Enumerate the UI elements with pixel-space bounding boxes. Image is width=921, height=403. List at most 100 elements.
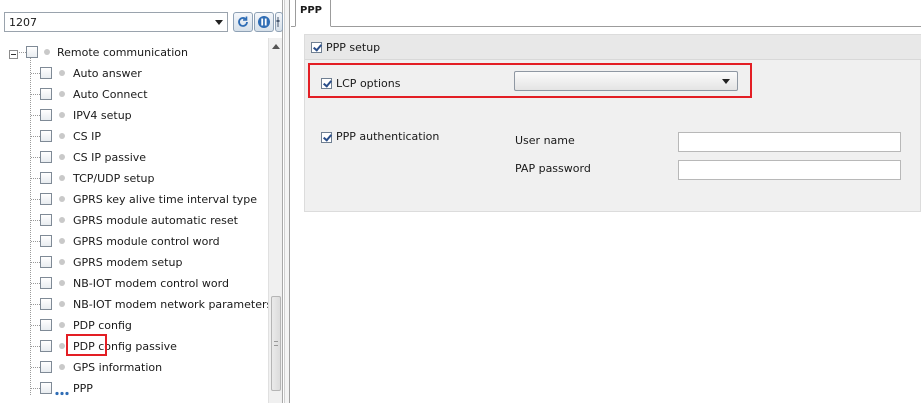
pap-password-input[interactable] — [678, 160, 901, 180]
tree-checkbox[interactable] — [40, 193, 52, 205]
device-select-value: 1207 — [9, 16, 37, 29]
refresh-button[interactable] — [233, 12, 253, 32]
collapse-icon[interactable] — [9, 50, 18, 59]
tree-item-pdp-config-passive[interactable]: PDP config passive — [0, 336, 268, 356]
tree-checkbox[interactable] — [40, 214, 52, 226]
navigation-panel: 1207 Remote communication Auto answer Au… — [0, 0, 283, 403]
panel-splitter[interactable] — [284, 0, 290, 403]
refresh-icon — [238, 16, 248, 27]
settings-tree: Remote communication Auto answer Auto Co… — [0, 38, 268, 403]
ppp-authentication-label: PPP authentication — [336, 130, 440, 143]
tree-item-nb-iot-network-params[interactable]: NB-IOT modem network parameters — [0, 294, 268, 314]
tree-item-label: CS IP — [73, 130, 102, 143]
tree-connector — [31, 325, 40, 326]
info-button[interactable] — [254, 12, 274, 32]
tree-item-label: GPRS key alive time interval type — [73, 193, 258, 206]
tree-checkbox[interactable] — [40, 151, 52, 163]
bullet-icon — [59, 91, 65, 97]
tab-bar: PPP — [291, 0, 921, 27]
tree-checkbox[interactable] — [40, 109, 52, 121]
tree-item-label: GPRS module automatic reset — [73, 214, 238, 227]
ppp-authentication-checkbox[interactable] — [321, 132, 332, 143]
tree-item-label: NB-IOT modem control word — [73, 277, 229, 290]
tree-connector — [31, 94, 40, 95]
settings-button[interactable] — [275, 12, 283, 32]
bullet-icon — [59, 196, 65, 202]
tree-item-gps-information[interactable]: GPS information — [0, 357, 268, 377]
tree-checkbox[interactable] — [40, 88, 52, 100]
tree-root-remote-communication[interactable]: Remote communication — [0, 42, 268, 62]
tree-item-label: NB-IOT modem network parameters — [73, 298, 268, 311]
tree-item-ipv4-setup[interactable]: IPV4 setup — [0, 105, 268, 125]
tree-checkbox[interactable] — [40, 361, 52, 373]
tree-connector — [31, 220, 40, 221]
tree-item-label: PPP — [73, 382, 93, 395]
tree-item-auto-answer[interactable]: Auto answer — [0, 63, 268, 83]
bullet-icon — [59, 154, 65, 160]
ppp-selection-highlight — [66, 334, 107, 356]
tree-connector — [31, 304, 40, 305]
info-icon — [258, 16, 270, 28]
bullet-icon — [59, 322, 65, 328]
tree-connector — [31, 73, 40, 74]
user-name-input[interactable] — [678, 132, 901, 152]
bullet-icon — [59, 175, 65, 181]
tree-connector — [31, 199, 40, 200]
bullet-icon — [59, 301, 65, 307]
bullet-icon — [59, 217, 65, 223]
tree-item-label: GPS information — [73, 361, 163, 374]
tree-checkbox[interactable] — [26, 46, 38, 58]
tree-connector — [31, 136, 40, 137]
tree-item-gprs-module-control-word[interactable]: GPRS module control word — [0, 231, 268, 251]
tree-connector — [31, 388, 40, 389]
tree-item-auto-connect[interactable]: Auto Connect — [0, 84, 268, 104]
scrollbar-thumb[interactable] — [271, 296, 281, 391]
tree-connector — [31, 241, 40, 242]
tree-checkbox[interactable] — [40, 130, 52, 142]
tree-checkbox[interactable] — [40, 67, 52, 79]
ppp-setup-checkbox[interactable] — [311, 42, 322, 53]
bullet-icon — [59, 280, 65, 286]
tree-item-label: Remote communication — [57, 46, 189, 59]
tab-ppp[interactable]: PPP — [295, 0, 331, 27]
scroll-up-icon[interactable] — [272, 44, 280, 49]
tree-checkbox[interactable] — [40, 382, 52, 394]
bullet-icon — [59, 133, 65, 139]
tree-connector — [31, 346, 40, 347]
tree-scrollbar[interactable] — [268, 38, 282, 403]
tree-checkbox[interactable] — [40, 256, 52, 268]
tree-item-gprs-modem-setup[interactable]: GPRS modem setup — [0, 252, 268, 272]
tree-item-cs-ip[interactable]: CS IP — [0, 126, 268, 146]
tree-checkbox[interactable] — [40, 298, 52, 310]
settings-sliders-icon — [276, 17, 280, 27]
tree-checkbox[interactable] — [40, 340, 52, 352]
pap-password-label: PAP password — [515, 162, 591, 175]
tree-connector — [31, 367, 40, 368]
tree-connector — [31, 262, 40, 263]
tree-checkbox[interactable] — [40, 277, 52, 289]
user-name-label: User name — [515, 134, 575, 147]
tree-connector — [31, 157, 40, 158]
bullet-icon — [59, 343, 65, 349]
tree-checkbox[interactable] — [40, 319, 52, 331]
bullet-icon — [59, 70, 65, 76]
tree-item-pdp-config[interactable]: PDP config — [0, 315, 268, 335]
ppp-setup-panel: PPP setup LCP options PPP authentication… — [304, 34, 921, 212]
tree-item-nb-iot-control-word[interactable]: NB-IOT modem control word — [0, 273, 268, 293]
tree-item-label: GPRS module control word — [73, 235, 220, 248]
tree-item-gprs-key-alive[interactable]: GPRS key alive time interval type — [0, 189, 268, 209]
device-select[interactable]: 1207 — [4, 12, 228, 32]
tree-connector — [19, 52, 26, 53]
tree-item-tcp-udp-setup[interactable]: TCP/UDP setup — [0, 168, 268, 188]
tree-connector — [31, 283, 40, 284]
chevron-down-icon[interactable] — [215, 20, 223, 25]
bullet-icon — [59, 238, 65, 244]
tree-item-ppp[interactable]: PPP — [0, 378, 268, 398]
tree-item-label: PDP config — [73, 319, 132, 332]
tree-checkbox[interactable] — [40, 235, 52, 247]
tree-checkbox[interactable] — [40, 172, 52, 184]
bullet-icon — [44, 49, 50, 55]
tree-item-gprs-module-reset[interactable]: GPRS module automatic reset — [0, 210, 268, 230]
tree-item-label: IPV4 setup — [73, 109, 132, 122]
tree-item-cs-ip-passive[interactable]: CS IP passive — [0, 147, 268, 167]
